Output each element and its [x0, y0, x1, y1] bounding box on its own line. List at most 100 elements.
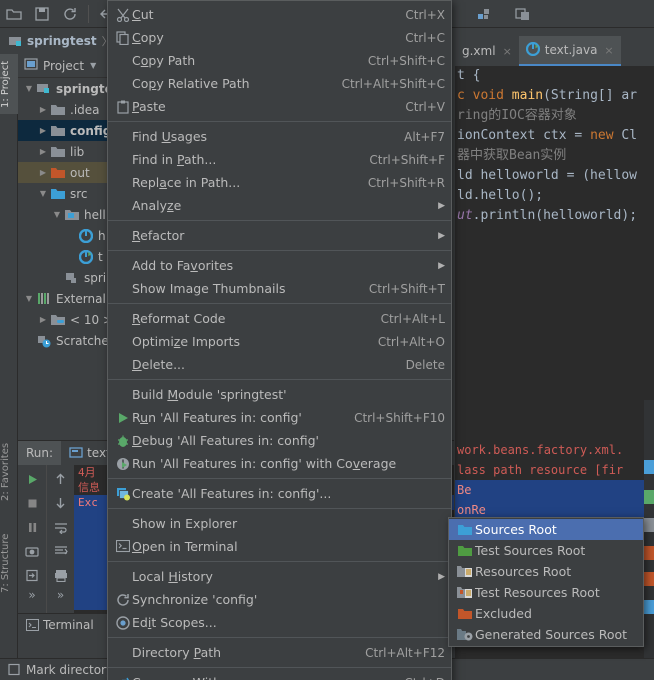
- menu-item-local-history[interactable]: Local History ▶: [108, 565, 451, 588]
- tree-node-label: h: [98, 228, 106, 243]
- menu-item-show-in-explorer[interactable]: Show in Explorer: [108, 512, 451, 535]
- cut-icon: [114, 8, 132, 22]
- twisty-expanded-icon[interactable]: ▼: [36, 189, 50, 198]
- menu-item-label: Run 'All Features in: config' with Cover…: [132, 456, 397, 471]
- menu-item-cut[interactable]: Cut Ctrl+X: [108, 3, 451, 26]
- menu-item-create-all-features-in-config[interactable]: Create 'All Features in: config'...: [108, 482, 451, 505]
- twisty-expanded-icon[interactable]: ▼: [50, 210, 64, 219]
- submenu-item-sources-root[interactable]: Sources Root: [449, 519, 643, 540]
- twisty-collapsed-icon[interactable]: ▶: [36, 168, 50, 177]
- menu-item-synchronize-config[interactable]: Synchronize 'config': [108, 588, 451, 611]
- pause-icon[interactable]: [21, 516, 43, 538]
- close-icon[interactable]: ×: [604, 44, 613, 57]
- scroll-to-end-icon[interactable]: [50, 540, 72, 562]
- menu-item-optimize-imports[interactable]: Optimize Imports Ctrl+Alt+O: [108, 330, 451, 353]
- save-icon[interactable]: [31, 3, 53, 25]
- sidebar-item-favorites[interactable]: 2: Favorites: [0, 434, 18, 510]
- camera-icon[interactable]: [21, 540, 43, 562]
- menu-item-refactor[interactable]: Refactor ▶: [108, 224, 451, 247]
- menu-item-debug-all-features-in-config[interactable]: Debug 'All Features in: config': [108, 429, 451, 452]
- terminal-button[interactable]: Terminal: [18, 618, 102, 632]
- export-icon[interactable]: [21, 564, 43, 586]
- menu-item-find-in-path[interactable]: Find in Path... Ctrl+Shift+F: [108, 148, 451, 171]
- mark-directory-submenu[interactable]: Sources Root Test Sources Root Resources R…: [448, 517, 644, 647]
- tree-node-label: .idea: [70, 102, 100, 117]
- menu-item-label: Find Usages: [132, 129, 208, 144]
- sidebar-item-project[interactable]: 1: Project: [0, 54, 18, 114]
- run-icon[interactable]: [21, 468, 43, 490]
- code-line: ld.hello();: [457, 186, 654, 206]
- menu-item-run-all-features-in-config[interactable]: Run 'All Features in: config' Ctrl+Shift+…: [108, 406, 451, 429]
- mark-directory-status[interactable]: Mark directory: [0, 663, 121, 677]
- console-icon: [69, 447, 83, 458]
- marker-blue-2: [644, 600, 654, 614]
- submenu-item-test-sources-root[interactable]: Test Sources Root: [449, 540, 643, 561]
- module-icon: [9, 37, 21, 46]
- menu-item-shortcut: Ctrl+Alt+O: [377, 334, 445, 349]
- menu-separator: [108, 250, 451, 251]
- breadcrumb-project-label: springtest: [27, 34, 97, 48]
- menu-item-build-module-springtest[interactable]: Build Module 'springtest': [108, 383, 451, 406]
- compare-icon: [114, 676, 132, 680]
- editor-tab-java[interactable]: text.java ×: [518, 36, 621, 66]
- console-line-right: lass path resource [fir: [457, 463, 624, 477]
- jar-icon: [50, 312, 66, 328]
- menu-item-analyze[interactable]: Analyze ▶: [108, 194, 451, 217]
- breadcrumb-project[interactable]: springtest: [8, 34, 97, 48]
- menu-item-run-all-features-in-config-with-coverage[interactable]: Run 'All Features in: config' with Cover…: [108, 452, 451, 475]
- up-arrow-icon[interactable]: [50, 468, 72, 490]
- menu-item-replace-in-path[interactable]: Replace in Path... Ctrl+Shift+R: [108, 171, 451, 194]
- twisty-collapsed-icon[interactable]: ▶: [36, 315, 50, 324]
- twisty-expanded-icon[interactable]: ▼: [22, 294, 36, 303]
- menu-item-copy[interactable]: Copy Ctrl+C: [108, 26, 451, 49]
- twisty-expanded-icon[interactable]: ▼: [22, 84, 36, 93]
- save-all-icon[interactable]: [512, 3, 534, 25]
- menu-item-find-usages[interactable]: Find Usages Alt+F7: [108, 125, 451, 148]
- code-line: ld helloworld = (hellow: [457, 166, 654, 186]
- menu-item-compare-with[interactable]: Compare With... Ctrl+D: [108, 671, 451, 680]
- menu-item-label: Debug 'All Features in: config': [132, 433, 319, 448]
- stop-icon[interactable]: [21, 492, 43, 514]
- submenu-item-excluded[interactable]: Excluded: [449, 603, 643, 624]
- menu-item-copy-path[interactable]: Copy Path Ctrl+Shift+C: [108, 49, 451, 72]
- twisty-collapsed-icon[interactable]: ▶: [36, 105, 50, 114]
- down-arrow-icon[interactable]: [50, 492, 72, 514]
- debug-icon: [114, 434, 132, 448]
- build-icon[interactable]: [473, 3, 495, 25]
- code-line: ionContext ctx = new Cl: [457, 126, 654, 146]
- more-icon-2[interactable]: »: [50, 588, 72, 602]
- menu-item-shortcut: Ctrl+Shift+R: [367, 175, 445, 190]
- sidebar-item-structure[interactable]: 7: Structure: [0, 524, 18, 602]
- menu-item-reformat-code[interactable]: Reformat Code Ctrl+Alt+L: [108, 307, 451, 330]
- editor-tab-xml[interactable]: g.xml ×: [455, 36, 519, 66]
- menu-item-edit-scopes[interactable]: Edit Scopes...: [108, 611, 451, 634]
- open-icon[interactable]: [3, 3, 25, 25]
- print-icon[interactable]: [50, 564, 72, 586]
- context-menu[interactable]: Cut Ctrl+X Copy Ctrl+C Copy Path Ctrl+Shift+C…: [107, 0, 452, 680]
- terminal-icon: [26, 618, 39, 631]
- submenu-item-resources-root[interactable]: Resources Root: [449, 561, 643, 582]
- test-resources-icon: [455, 586, 475, 599]
- more-icon[interactable]: »: [21, 588, 43, 602]
- code-line: t {: [457, 66, 654, 86]
- twisty-collapsed-icon[interactable]: ▶: [36, 126, 50, 135]
- menu-item-copy-relative-path[interactable]: Copy Relative Path Ctrl+Alt+Shift+C: [108, 72, 451, 95]
- folder-blue-icon: [50, 186, 66, 202]
- editor-tab-label: g.xml: [462, 44, 496, 58]
- menu-item-delete[interactable]: Delete... Delete: [108, 353, 451, 376]
- submenu-item-generated-sources-root[interactable]: Generated Sources Root: [449, 624, 643, 645]
- soft-wrap-icon[interactable]: [50, 516, 72, 538]
- menu-item-paste[interactable]: Paste Ctrl+V: [108, 95, 451, 118]
- submenu-item-test-resources-root[interactable]: Test Resources Root: [449, 582, 643, 603]
- menu-item-open-in-terminal[interactable]: Open in Terminal: [108, 535, 451, 558]
- menu-item-directory-path[interactable]: Directory Path Ctrl+Alt+F12: [108, 641, 451, 664]
- chevron-down-icon[interactable]: ▼: [90, 61, 96, 70]
- copy-icon: [114, 30, 132, 45]
- code-token: t {: [457, 68, 481, 83]
- sync-icon[interactable]: [59, 3, 81, 25]
- close-icon[interactable]: ×: [503, 45, 512, 58]
- menu-item-add-to-favorites[interactable]: Add to Favorites ▶: [108, 254, 451, 277]
- menu-item-show-image-thumbnails[interactable]: Show Image Thumbnails Ctrl+Shift+T: [108, 277, 451, 300]
- editor-marker-column[interactable]: [644, 400, 654, 658]
- twisty-collapsed-icon[interactable]: ▶: [36, 147, 50, 156]
